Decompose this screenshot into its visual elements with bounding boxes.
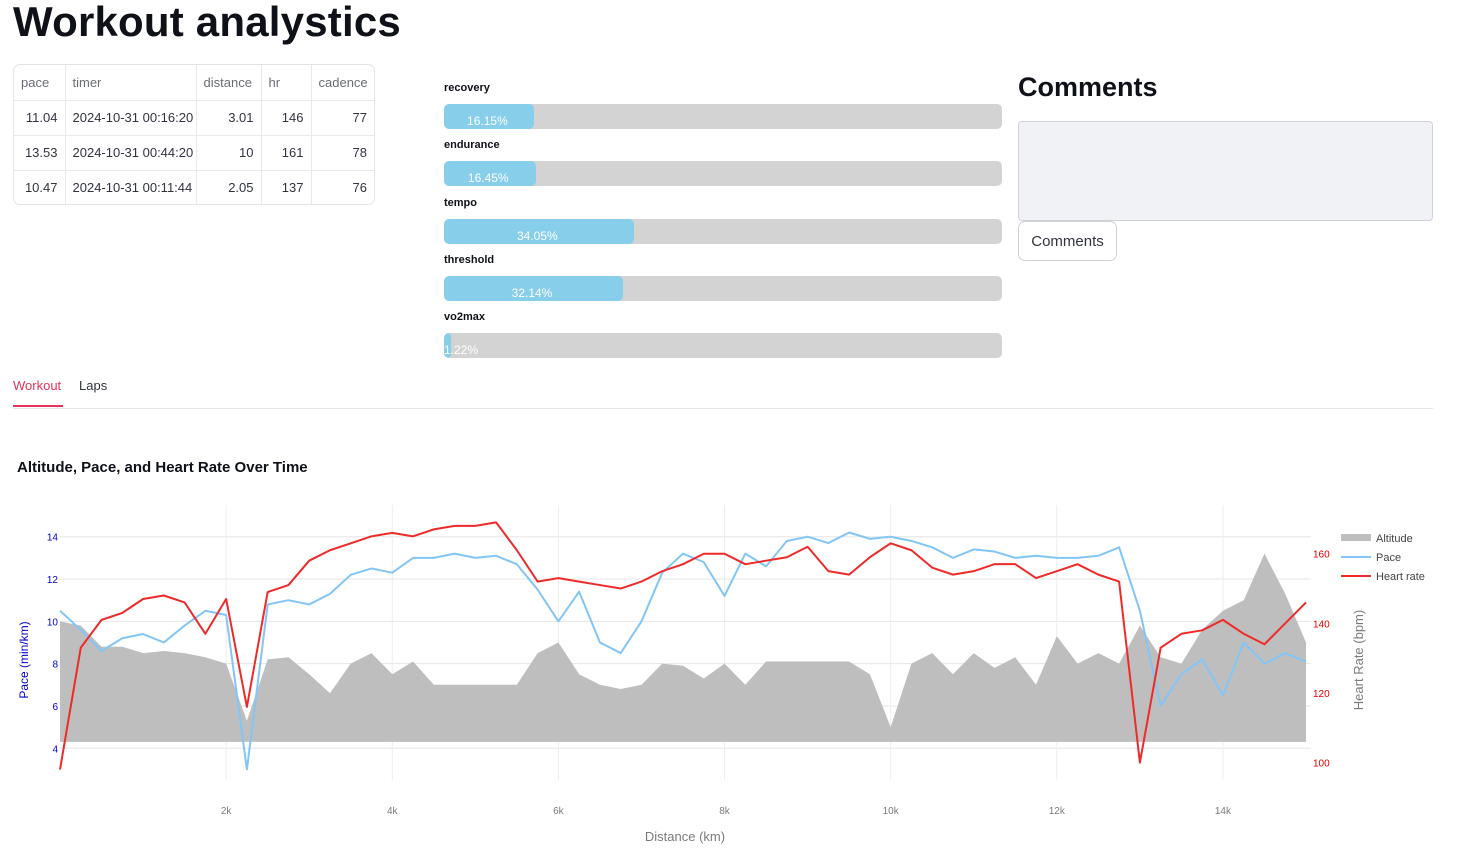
zone-label: vo2max bbox=[444, 311, 485, 324]
y-left-tick-label: 6 bbox=[52, 702, 58, 713]
x-tick-label: 12k bbox=[1049, 806, 1066, 817]
x-axis-label: Distance (km) bbox=[645, 829, 725, 844]
zone-label: endurance bbox=[444, 139, 500, 152]
tab-workout[interactable]: Workout bbox=[13, 378, 61, 393]
legend-label: Altitude bbox=[1376, 533, 1413, 545]
training-zones: recovery 16.15% endurance 16.45% tempo 3… bbox=[444, 82, 1002, 368]
y-left-tick-label: 12 bbox=[47, 575, 59, 586]
y-right-tick-label: 120 bbox=[1313, 689, 1330, 700]
table-row: 13.53 2024-10-31 00:44:20 10 161 78 bbox=[14, 135, 374, 171]
legend-label: Pace bbox=[1376, 552, 1401, 564]
x-tick-label: 14k bbox=[1215, 806, 1232, 817]
chart-legend[interactable]: Altitude Pace Heart rate bbox=[1341, 533, 1425, 583]
table-cell-distance[interactable]: 10 bbox=[196, 135, 262, 171]
table-cell-cadence[interactable]: 76 bbox=[311, 170, 374, 204]
tab-laps[interactable]: Laps bbox=[79, 378, 107, 393]
zone-progress-track: 32.14% bbox=[444, 275, 1002, 301]
tab-bar: Workout Laps bbox=[13, 372, 1433, 409]
zone-vo2max: vo2max 1.22% bbox=[444, 311, 1002, 368]
zone-progress-track: 16.15% bbox=[444, 104, 1002, 129]
table-cell-hr[interactable]: 137 bbox=[261, 170, 312, 204]
x-tick-label: 2k bbox=[221, 806, 233, 817]
x-tick-label: 8k bbox=[719, 806, 731, 817]
zone-progress-track: 16.45% bbox=[444, 161, 1002, 187]
active-tab-indicator bbox=[13, 405, 63, 407]
zone-percentage: 32.14% bbox=[511, 285, 553, 300]
y-left-tick-label: 10 bbox=[47, 617, 59, 628]
table-cell-timer[interactable]: 2024-10-31 00:44:20 bbox=[65, 135, 197, 171]
comments-textarea[interactable] bbox=[1018, 121, 1433, 221]
zone-label: tempo bbox=[444, 196, 477, 209]
table-cell-timer[interactable]: 2024-10-31 00:11:44 bbox=[65, 170, 197, 204]
workout-chart[interactable]: 4 6 8 10 12 14 2k 4k 6k 8k 10k 12k 14k 100 120 140 160 A… bbox=[0, 480, 1460, 851]
table-cell-distance[interactable]: 3.01 bbox=[196, 100, 262, 136]
zone-threshold: threshold 32.14% bbox=[444, 254, 1002, 311]
table-cell-cadence[interactable]: 77 bbox=[311, 100, 374, 136]
table-row: 10.47 2024-10-31 00:11:44 2.05 137 76 bbox=[14, 170, 374, 204]
legend-label: Heart rate bbox=[1376, 571, 1425, 583]
column-header-hr[interactable]: hr bbox=[261, 65, 312, 101]
table-cell-pace[interactable]: 10.47 bbox=[14, 170, 66, 204]
zone-progress-track: 1.22% bbox=[444, 333, 1002, 359]
zone-progress-track: 34.05% bbox=[444, 218, 1002, 244]
y-axis-left-label: Pace (min/km) bbox=[17, 621, 31, 698]
table-cell-cadence[interactable]: 78 bbox=[311, 135, 374, 171]
table-cell-distance[interactable]: 2.05 bbox=[196, 170, 262, 204]
table-cell-pace[interactable]: 11.04 bbox=[14, 100, 66, 136]
x-tick-label: 6k bbox=[553, 806, 565, 817]
zone-label: recovery bbox=[444, 82, 490, 94]
y-left-tick-label: 4 bbox=[52, 744, 58, 755]
x-tick-label: 4k bbox=[387, 806, 399, 817]
chart-title: Altitude, Pace, and Heart Rate Over Time bbox=[17, 459, 308, 476]
y-axis-right-label: Heart Rate (bpm) bbox=[1351, 610, 1366, 710]
zone-percentage: 16.45% bbox=[467, 171, 509, 186]
x-tick-label: 10k bbox=[883, 806, 900, 817]
table-cell-hr[interactable]: 146 bbox=[261, 100, 312, 136]
y-left-tick-label: 8 bbox=[52, 660, 58, 671]
zone-label: threshold bbox=[444, 253, 495, 266]
zone-percentage: 16.15% bbox=[467, 114, 508, 128]
comments-submit-button[interactable]: Comments bbox=[1018, 221, 1117, 261]
table-row: 11.04 2024-10-31 00:16:20 3.01 146 77 bbox=[14, 100, 374, 136]
zone-recovery: recovery 16.15% bbox=[444, 82, 1002, 139]
table-cell-hr[interactable]: 161 bbox=[261, 135, 312, 171]
y-right-tick-label: 100 bbox=[1313, 759, 1330, 770]
column-header-cadence[interactable]: cadence bbox=[311, 65, 374, 101]
table-cell-pace[interactable]: 13.53 bbox=[14, 135, 66, 171]
zone-percentage: 34.05% bbox=[516, 228, 558, 243]
page-title: Workout analystics bbox=[13, 0, 401, 45]
zone-percentage: 1.22% bbox=[444, 343, 479, 358]
summary-table-container[interactable]: pace timer distance hr cadence 11.04 202… bbox=[13, 64, 375, 205]
table-header-row: pace timer distance hr cadence bbox=[14, 65, 374, 101]
column-header-timer[interactable]: timer bbox=[65, 65, 197, 101]
comments-heading: Comments bbox=[1018, 72, 1158, 102]
summary-table: pace timer distance hr cadence 11.04 202… bbox=[14, 65, 374, 204]
legend-swatch-altitude bbox=[1341, 534, 1371, 541]
column-header-pace[interactable]: pace bbox=[14, 65, 66, 101]
chart-series bbox=[59, 521, 1307, 771]
y-right-tick-label: 160 bbox=[1313, 550, 1330, 561]
y-left-tick-label: 14 bbox=[47, 533, 59, 544]
column-header-distance[interactable]: distance bbox=[196, 65, 262, 101]
zone-tempo: tempo 34.05% bbox=[444, 197, 1002, 254]
zone-endurance: endurance 16.45% bbox=[444, 139, 1002, 196]
table-cell-timer[interactable]: 2024-10-31 00:16:20 bbox=[65, 100, 197, 136]
y-right-tick-label: 140 bbox=[1313, 619, 1330, 630]
